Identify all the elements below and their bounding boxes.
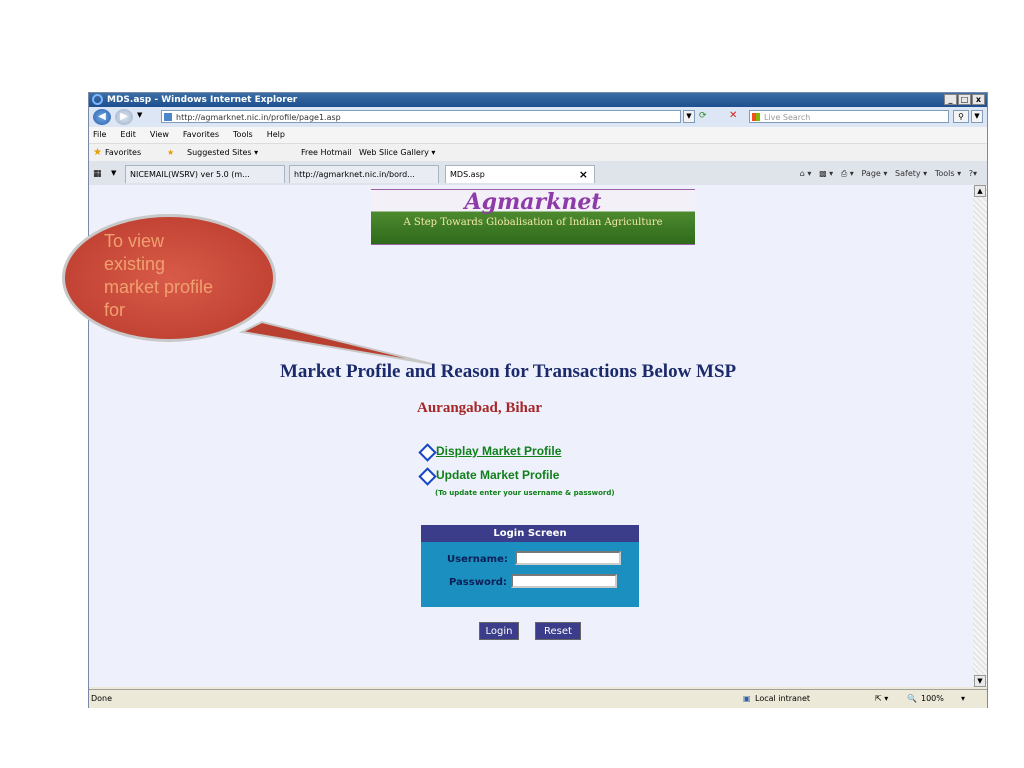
callout-text: To view existing market profile for [104,231,214,320]
callout-arrow [238,320,433,365]
callout-pointer [238,320,433,365]
